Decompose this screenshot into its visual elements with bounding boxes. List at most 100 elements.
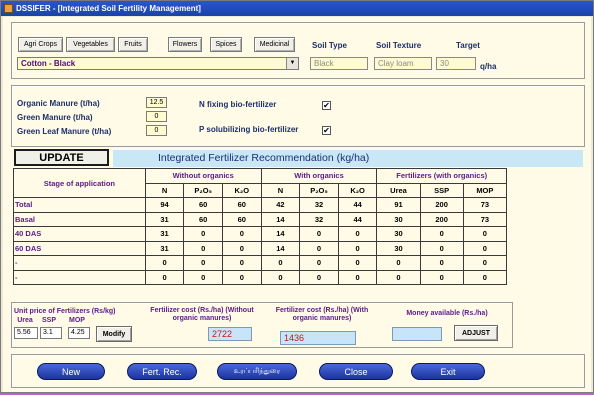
value-cell: 91	[376, 197, 421, 213]
col-k2o: K₂O	[337, 182, 378, 198]
medicinal-button[interactable]: Medicinal	[254, 37, 295, 52]
value-cell: 0	[260, 255, 301, 271]
exit-button[interactable]: Exit	[411, 363, 485, 380]
value-cell: 0	[419, 255, 464, 271]
flowers-button[interactable]: Flowers	[168, 37, 202, 52]
value-cell: 0	[376, 269, 421, 285]
spices-button[interactable]: Spices	[210, 37, 242, 52]
p-solubilizing-label: P solubilizing bio-fertilizer	[199, 125, 299, 134]
stage-cell: Basal	[13, 211, 146, 227]
value-cell: 32	[299, 211, 339, 227]
mop-price-input[interactable]: 4.25	[68, 327, 90, 339]
value-cell: 0	[462, 269, 508, 285]
fertilizers-header: Fertilizers (with organics)	[376, 168, 507, 184]
col-ssp: SSP	[419, 182, 464, 198]
value-cell: 0	[221, 240, 262, 256]
with-organics-header: With organics	[260, 168, 378, 184]
value-cell: 0	[221, 226, 262, 242]
value-cell: 31	[144, 240, 185, 256]
value-cell: 0	[337, 226, 378, 242]
soil-texture-label: Soil Texture	[376, 41, 422, 50]
value-cell: 44	[337, 197, 378, 213]
close-button[interactable]: Close	[319, 363, 393, 380]
value-cell: 0	[462, 255, 508, 271]
table-row: Basal 31 60 60 14 32 44 30 200 73	[13, 211, 508, 227]
organic-manure-label: Organic Manure (t/ha)	[17, 99, 100, 108]
urea-price-input[interactable]: 5.56	[14, 327, 38, 339]
value-cell: 94	[144, 197, 185, 213]
vegetables-button[interactable]: Vegetables	[66, 37, 115, 52]
value-cell: 0	[260, 269, 301, 285]
green-manure-label: Green Manure (t/ha)	[17, 113, 93, 122]
ssp-price-label: SSP	[41, 317, 56, 324]
value-cell: 0	[221, 255, 262, 271]
stage-cell: -	[13, 269, 146, 285]
table-row: - 0 0 0 0 0 0 0 0 0	[13, 255, 508, 271]
value-cell: 0	[299, 226, 339, 242]
value-cell: 31	[144, 211, 185, 227]
stage-cell: 40 DAS	[13, 226, 146, 242]
value-cell: 14	[260, 240, 301, 256]
value-cell: 0	[299, 269, 339, 285]
value-cell: 60	[221, 211, 262, 227]
value-cell: 14	[260, 226, 301, 242]
col-p2o5: P₂O₅	[183, 182, 223, 198]
table-row: 40 DAS 31 0 0 14 0 0 30 0 0	[13, 226, 508, 242]
unit-price-label: Unit price of Fertilizers (Rs/kg)	[14, 308, 116, 315]
value-cell: 60	[221, 197, 262, 213]
value-cell: 0	[337, 255, 378, 271]
value-cell: 30	[376, 226, 421, 242]
value-cell: 0	[299, 255, 339, 271]
app-window: DSSIFER - [Integrated Soil Fertility Man…	[0, 0, 594, 393]
green-leaf-manure-input[interactable]: 0	[146, 125, 167, 136]
recommendation-title: Integrated Fertilizer Recommendation (kg…	[113, 150, 583, 167]
ssp-price-input[interactable]: 3.1	[40, 327, 62, 339]
n-fixing-checkbox[interactable]: ✔	[322, 101, 331, 110]
value-cell: 0	[183, 240, 223, 256]
update-button[interactable]: UPDATE	[14, 149, 109, 166]
recommendation-table: Stage of application Without organics Wi…	[13, 168, 508, 285]
cost-without-label: Fertilizer cost (Rs./ha) (Without organi…	[150, 307, 254, 322]
green-leaf-manure-label: Green Leaf Manure (t/ha)	[17, 127, 112, 136]
value-cell: 73	[462, 211, 508, 227]
value-cell: 60	[183, 211, 223, 227]
green-manure-input[interactable]: 0	[146, 111, 167, 122]
value-cell: 30	[376, 240, 421, 256]
chevron-down-icon[interactable]: ▼	[286, 58, 298, 69]
value-cell: 60	[183, 197, 223, 213]
organic-manure-input[interactable]: 12.5	[146, 97, 167, 108]
p-solubilizing-checkbox[interactable]: ✔	[322, 126, 331, 135]
title-bar[interactable]: DSSIFER - [Integrated Soil Fertility Man…	[1, 1, 593, 16]
modify-button[interactable]: Modify	[96, 326, 132, 342]
crop-select-value: Cotton - Black	[21, 59, 76, 68]
soil-type-field[interactable]: Black	[310, 57, 368, 70]
organics-panel: Organic Manure (t/ha) 12.5 Green Manure …	[11, 85, 585, 147]
crop-select[interactable]: Cotton - Black ▼	[17, 57, 299, 70]
adjust-button[interactable]: ADJUST	[454, 325, 498, 341]
value-cell: 0	[462, 240, 508, 256]
new-button[interactable]: New	[37, 363, 105, 380]
money-available-input[interactable]	[392, 327, 442, 341]
tamil-recommendation-button[interactable]: உரப்பரிந்துரை	[217, 363, 297, 380]
crop-panel: Agri Crops Vegetables Fruits Flowers Spi…	[11, 22, 585, 79]
value-cell: 73	[462, 197, 508, 213]
fruits-button[interactable]: Fruits	[118, 37, 148, 52]
value-cell: 0	[337, 240, 378, 256]
soil-texture-field[interactable]: Clay loam	[374, 57, 432, 70]
col-k2o: K₂O	[221, 182, 262, 198]
table-row: - 0 0 0 0 0 0 0 0 0	[13, 269, 508, 285]
mop-price-label: MOP	[69, 317, 85, 324]
fert-rec-button[interactable]: Fert. Rec.	[127, 363, 197, 380]
target-field[interactable]: 30	[436, 57, 476, 70]
agri-crops-button[interactable]: Agri Crops	[18, 37, 63, 52]
soil-type-label: Soil Type	[312, 41, 347, 50]
money-available-label: Money available (Rs./ha)	[406, 310, 488, 317]
value-cell: 0	[144, 269, 185, 285]
value-cell: 44	[337, 211, 378, 227]
client-area: Agri Crops Vegetables Fruits Flowers Spi…	[3, 17, 591, 392]
value-cell: 0	[221, 269, 262, 285]
value-cell: 0	[462, 226, 508, 242]
col-n: N	[144, 182, 185, 198]
target-unit: q/ha	[480, 62, 497, 71]
col-urea: Urea	[376, 182, 421, 198]
